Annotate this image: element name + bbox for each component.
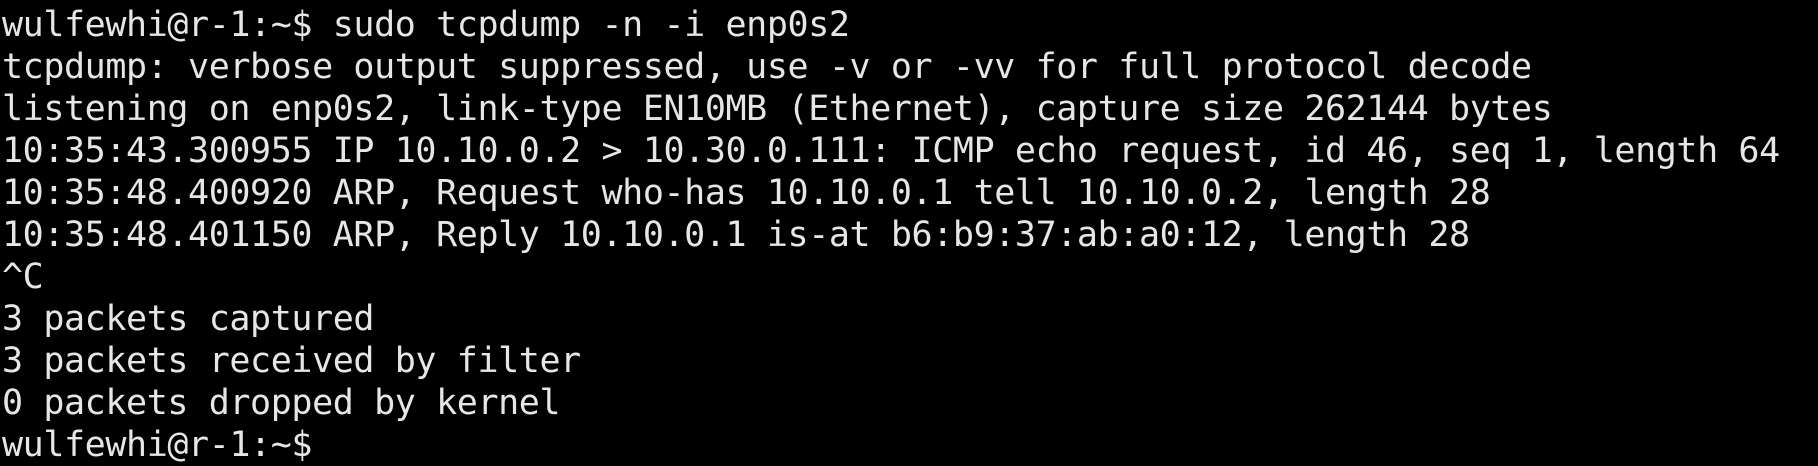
terminal-summary-line: 3 packets received by filter [2, 341, 581, 381]
terminal-prompt-line[interactable]: wulfewhi@r-1:~$ [2, 424, 1818, 466]
terminal-summary-line: 0 packets dropped by kernel [2, 383, 561, 423]
terminal-packet-line: 10:35:48.401150 ARP, Reply 10.10.0.1 is-… [2, 215, 1470, 255]
terminal-command-line: wulfewhi@r-1:~$ sudo tcpdump -n -i enp0s… [2, 5, 850, 45]
terminal-summary-line: 3 packets captured [2, 299, 375, 339]
terminal-packet-line: 10:35:48.400920 ARP, Request who-has 10.… [2, 173, 1491, 213]
terminal-window[interactable]: wulfewhi@r-1:~$ sudo tcpdump -n -i enp0s… [0, 0, 1818, 466]
terminal-output-line: tcpdump: verbose output suppressed, use … [2, 47, 1532, 87]
terminal-output: wulfewhi@r-1:~$ sudo tcpdump -n -i enp0s… [2, 4, 1818, 466]
terminal-packet-line: 10:35:43.300955 IP 10.10.0.2 > 10.30.0.1… [2, 131, 1780, 171]
terminal-interrupt-line: ^C [2, 257, 44, 297]
terminal-output-line: listening on enp0s2, link-type EN10MB (E… [2, 89, 1553, 129]
